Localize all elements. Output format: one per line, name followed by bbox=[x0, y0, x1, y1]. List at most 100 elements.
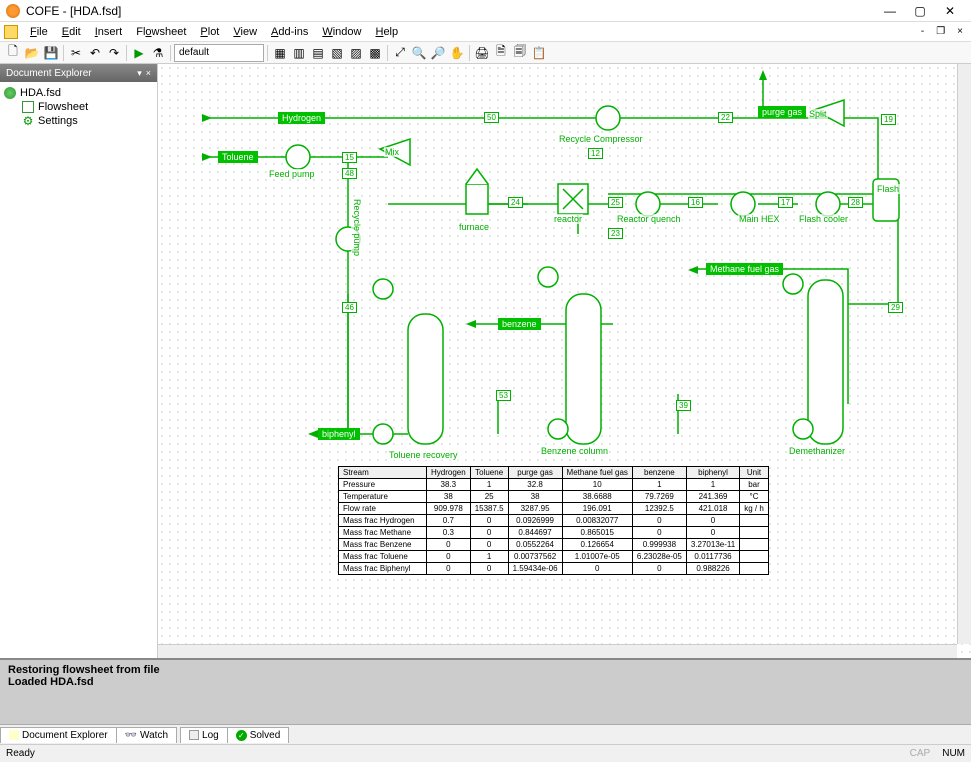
tab-solved[interactable]: ✓ Solved bbox=[227, 727, 290, 743]
tool-2-icon[interactable]: ▥ bbox=[290, 44, 308, 62]
tree-flowsheet[interactable]: Flowsheet bbox=[4, 100, 153, 114]
explorer-header: Document Explorer ▾ × bbox=[0, 64, 157, 82]
s16[interactable]: 16 bbox=[688, 197, 703, 208]
redo-icon[interactable]: ↷ bbox=[105, 44, 123, 62]
tool-4-icon[interactable]: ▧ bbox=[328, 44, 346, 62]
explorer-tree: HDA.fsd Flowsheet ⚙ Settings bbox=[0, 82, 157, 658]
tool-5-icon[interactable]: ▨ bbox=[347, 44, 365, 62]
status-cap: CAP bbox=[910, 748, 931, 759]
mdi-restore[interactable]: ❐ bbox=[932, 26, 949, 37]
s46[interactable]: 46 bbox=[342, 302, 357, 313]
menu-view[interactable]: View bbox=[227, 24, 263, 40]
s29[interactable]: 29 bbox=[888, 302, 903, 313]
zoom-in-icon[interactable]: 🔍 bbox=[410, 44, 428, 62]
document-explorer: Document Explorer ▾ × HDA.fsd Flowsheet … bbox=[0, 64, 158, 658]
menu-edit[interactable]: Edit bbox=[56, 24, 87, 40]
new-icon[interactable]: 🗋 bbox=[4, 44, 22, 62]
print-icon[interactable]: 🖨 bbox=[473, 44, 491, 62]
window-title: COFE - [HDA.fsd] bbox=[26, 4, 875, 18]
tool-3-icon[interactable]: ▤ bbox=[309, 44, 327, 62]
config-icon[interactable]: ⚗ bbox=[149, 44, 167, 62]
titlebar: COFE - [HDA.fsd] — ▢ ✕ bbox=[0, 0, 971, 22]
biphenyl-stream[interactable]: biphenyl bbox=[318, 428, 360, 440]
tool-1-icon[interactable]: ▦ bbox=[271, 44, 289, 62]
recyclecomp-label: Recycle Compressor bbox=[558, 134, 644, 144]
save-icon[interactable]: 💾 bbox=[42, 44, 60, 62]
open-icon[interactable]: 📂 bbox=[23, 44, 41, 62]
toluenerecov-label: Toluene recovery bbox=[388, 450, 459, 460]
doc-icon bbox=[4, 25, 18, 39]
mdi-close[interactable]: × bbox=[953, 26, 967, 37]
toluene-stream[interactable]: Toluene bbox=[218, 151, 258, 163]
app-logo-icon bbox=[6, 4, 20, 18]
s19[interactable]: 19 bbox=[881, 114, 896, 125]
minimize-button[interactable]: — bbox=[875, 2, 905, 20]
menu-file[interactable]: File bbox=[24, 24, 54, 40]
canvas-scroll-v[interactable] bbox=[957, 64, 971, 644]
s15[interactable]: 15 bbox=[342, 152, 357, 163]
s53[interactable]: 53 bbox=[496, 390, 511, 401]
bottom-tabs: Document Explorer 👓 Watch Log ✓ Solved bbox=[0, 724, 971, 744]
menu-plot[interactable]: Plot bbox=[194, 24, 225, 40]
demethanizer-label: Demethanizer bbox=[788, 446, 846, 456]
watch-icon: 👓 bbox=[125, 730, 137, 741]
export-icon[interactable]: 🗐 bbox=[511, 44, 529, 62]
menu-addins[interactable]: Add-ins bbox=[265, 24, 314, 40]
doc-icon bbox=[4, 87, 16, 99]
flashcooler-label: Flash cooler bbox=[798, 214, 849, 224]
s39[interactable]: 39 bbox=[676, 400, 691, 411]
doc-explorer-icon bbox=[9, 730, 19, 740]
log-line-1: Restoring flowsheet from file bbox=[8, 664, 963, 676]
stream-data-table[interactable]: StreamHydrogenToluenepurge gasMethane fu… bbox=[338, 466, 769, 575]
explorer-close-icon[interactable]: × bbox=[146, 68, 151, 79]
benzene-stream[interactable]: benzene bbox=[498, 318, 541, 330]
maximize-button[interactable]: ▢ bbox=[905, 2, 935, 20]
cut-icon[interactable]: ✂ bbox=[67, 44, 85, 62]
mix-label: Mix bbox=[384, 147, 400, 157]
menu-help[interactable]: Help bbox=[369, 24, 404, 40]
zoom-out-icon[interactable]: 🔎 bbox=[429, 44, 447, 62]
hydrogen-stream[interactable]: Hydrogen bbox=[278, 112, 325, 124]
s48[interactable]: 48 bbox=[342, 168, 357, 179]
purgegas-stream[interactable]: purge gas bbox=[758, 106, 806, 118]
menu-window[interactable]: Window bbox=[316, 24, 367, 40]
log-icon bbox=[189, 730, 199, 740]
methanefuel-stream[interactable]: Methane fuel gas bbox=[706, 263, 783, 275]
gear-icon: ⚙ bbox=[22, 115, 34, 127]
s22[interactable]: 22 bbox=[718, 112, 733, 123]
canvas-scroll-h[interactable] bbox=[158, 644, 957, 658]
tree-root[interactable]: HDA.fsd bbox=[4, 86, 153, 100]
menu-insert[interactable]: Insert bbox=[89, 24, 129, 40]
run-icon[interactable]: ▶ bbox=[130, 44, 148, 62]
tab-doc-explorer[interactable]: Document Explorer bbox=[0, 727, 117, 743]
s17[interactable]: 17 bbox=[778, 197, 793, 208]
tree-settings[interactable]: ⚙ Settings bbox=[4, 114, 153, 128]
flowsheet-canvas[interactable]: Hydrogen Toluene purge gas Methane fuel … bbox=[158, 64, 971, 658]
zoom-fit-icon[interactable]: ⤢ bbox=[391, 44, 409, 62]
s50[interactable]: 50 bbox=[484, 112, 499, 123]
mdi-minimize[interactable]: - bbox=[917, 26, 928, 37]
close-button[interactable]: ✕ bbox=[935, 2, 965, 20]
flowsheet-icon bbox=[22, 101, 34, 113]
style-dropdown[interactable]: default bbox=[174, 44, 264, 62]
explorer-pin-icon[interactable]: ▾ bbox=[137, 68, 142, 79]
tab-watch[interactable]: 👓 Watch bbox=[116, 727, 177, 743]
preview-icon[interactable]: 🗎 bbox=[492, 44, 510, 62]
pan-icon[interactable]: ✋ bbox=[448, 44, 466, 62]
s28[interactable]: 28 bbox=[848, 197, 863, 208]
s24[interactable]: 24 bbox=[508, 197, 523, 208]
menu-flowsheet[interactable]: Flowsheet bbox=[130, 24, 192, 40]
explorer-title: Document Explorer bbox=[6, 68, 92, 79]
statusbar: Ready CAP NUM bbox=[0, 744, 971, 762]
flash-label: Flash bbox=[876, 184, 900, 194]
undo-icon[interactable]: ↶ bbox=[86, 44, 104, 62]
split-label: Split bbox=[808, 109, 828, 119]
tab-log[interactable]: Log bbox=[180, 727, 228, 743]
status-num: NUM bbox=[942, 748, 965, 759]
s23[interactable]: 23 bbox=[608, 228, 623, 239]
report-icon[interactable]: 📋 bbox=[530, 44, 548, 62]
mainhex-label: Main HEX bbox=[738, 214, 781, 224]
s12[interactable]: 12 bbox=[588, 148, 603, 159]
s25[interactable]: 25 bbox=[608, 197, 623, 208]
tool-6-icon[interactable]: ▩ bbox=[366, 44, 384, 62]
